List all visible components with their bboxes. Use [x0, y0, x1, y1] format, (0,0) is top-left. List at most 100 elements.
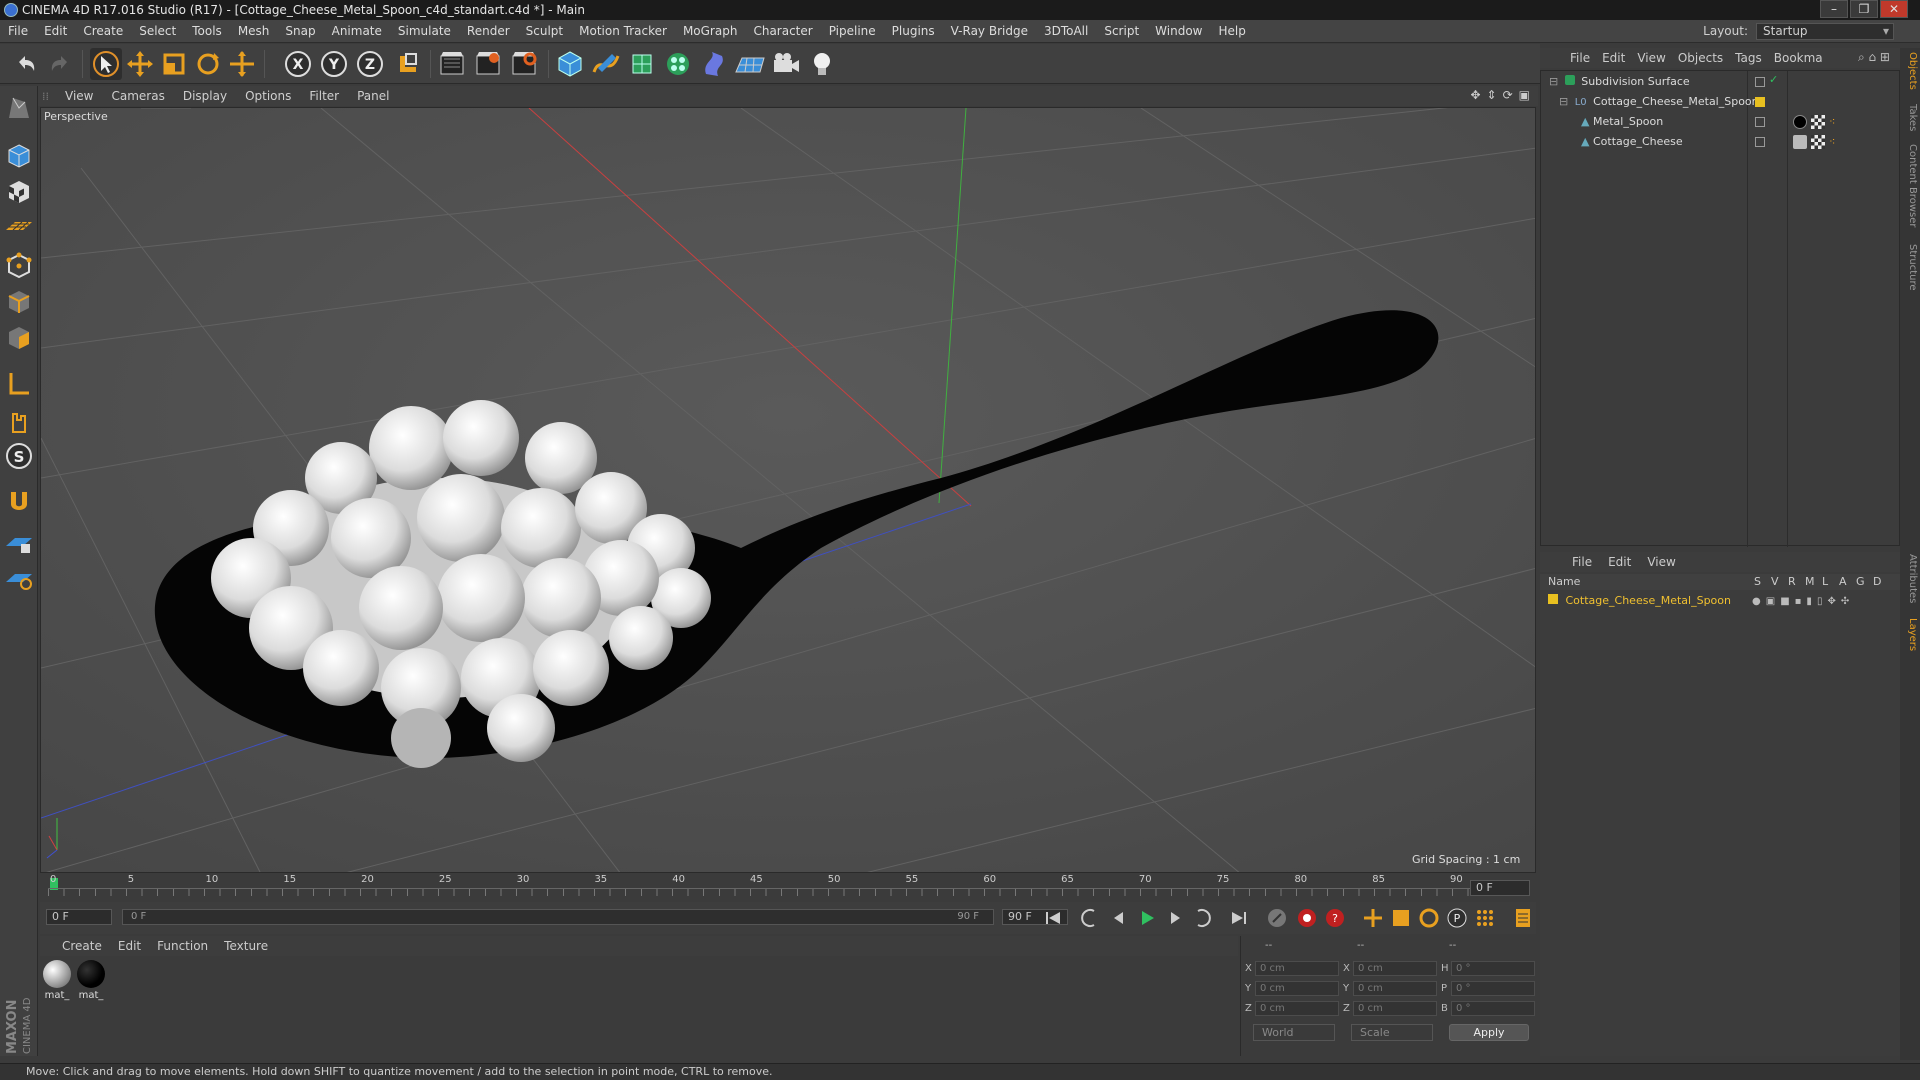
texture-tag-icon[interactable] [1811, 135, 1825, 149]
menu-simulate[interactable]: Simulate [390, 24, 459, 38]
viewport-menu-view[interactable]: View [56, 89, 102, 103]
rotation-h-field[interactable]: 0 ° [1451, 961, 1535, 976]
viewport-menu-cameras[interactable]: Cameras [102, 89, 173, 103]
minimize-button[interactable]: – [1820, 0, 1848, 18]
tweak-mode-icon[interactable] [3, 404, 35, 436]
render-view-icon[interactable] [436, 48, 468, 80]
phong-tag-icon[interactable]: ⁖ [1829, 135, 1835, 148]
side-tab-content-browser[interactable]: Content Browser [1902, 144, 1918, 227]
coordinate-mode-dropdown[interactable]: Scale [1351, 1024, 1433, 1041]
rotation-b-field[interactable]: 0 ° [1451, 1001, 1535, 1016]
menu-mograph[interactable]: MoGraph [675, 24, 746, 38]
menu-script[interactable]: Script [1096, 24, 1147, 38]
layer-menu-edit[interactable]: Edit [1600, 555, 1639, 569]
object-row-null[interactable]: ⊟ L0 Cottage_Cheese_Metal_Spoon [1559, 93, 1759, 111]
menu-plugins[interactable]: Plugins [884, 24, 943, 38]
autokey-icon[interactable] [1294, 905, 1320, 931]
previous-frame-icon[interactable] [1106, 905, 1132, 931]
3d-viewport[interactable] [40, 107, 1536, 873]
timeline-ruler[interactable]: 0 5 10 15 20 25 30 35 40 45 50 55 60 65 70 75 80 85 90 0 F [40, 874, 1536, 902]
move-icon[interactable] [124, 48, 156, 80]
scale-track-icon[interactable] [1388, 905, 1414, 931]
menu-help[interactable]: Help [1210, 24, 1253, 38]
object-menu-tags[interactable]: Tags [1729, 51, 1768, 65]
next-key-icon[interactable] [1190, 905, 1216, 931]
phong-tag-icon[interactable]: ⁖ [1829, 115, 1835, 128]
viewport-rotate-icon[interactable]: ⟳ [1503, 88, 1513, 102]
undo-icon[interactable] [10, 48, 42, 80]
texture-tag-icon[interactable] [1811, 115, 1825, 129]
position-x-field[interactable]: 0 cm [1255, 961, 1339, 976]
layer-color-swatch[interactable] [1755, 97, 1765, 107]
object-row-cottage-cheese[interactable]: ▲ Cottage_Cheese [1581, 133, 1683, 151]
start-frame-field[interactable]: 0 F [46, 909, 112, 925]
world-coordinate-icon[interactable] [392, 48, 424, 80]
viewport-menu-filter[interactable]: Filter [300, 89, 348, 103]
layer-row[interactable]: Cottage_Cheese_Metal_Spoon [1548, 592, 1731, 610]
select-arrow-icon[interactable] [90, 48, 122, 80]
menu-animate[interactable]: Animate [324, 24, 390, 38]
menu-mesh[interactable]: Mesh [230, 24, 278, 38]
layer-flags[interactable]: ● ▣ ■ ▪ ▮ ▯ ✥ ✣ [1752, 596, 1849, 607]
viewport-menu-display[interactable]: Display [174, 89, 236, 103]
menu-snap[interactable]: Snap [277, 24, 323, 38]
layer-toggle[interactable] [1755, 77, 1765, 87]
material-thumbnail[interactable]: mat_ [42, 960, 72, 1001]
lock-workplane-icon[interactable] [3, 526, 35, 558]
workplane-icon[interactable] [3, 210, 35, 242]
menu-vray-bridge[interactable]: V-Ray Bridge [943, 24, 1036, 38]
material-menu-create[interactable]: Create [54, 939, 110, 953]
parameter-track-icon[interactable]: P [1444, 905, 1470, 931]
position-z-field[interactable]: 0 cm [1255, 1001, 1339, 1016]
y-axis-icon[interactable]: Y [318, 48, 350, 80]
floor-icon[interactable] [734, 48, 766, 80]
size-y-field[interactable]: 0 cm [1353, 981, 1437, 996]
rotate-icon[interactable] [192, 48, 224, 80]
object-menu-edit[interactable]: Edit [1596, 51, 1631, 65]
scale-icon[interactable] [158, 48, 190, 80]
coordinate-space-dropdown[interactable]: World [1253, 1024, 1335, 1041]
axis-mode-icon[interactable] [3, 368, 35, 400]
object-menu-file[interactable]: File [1564, 51, 1596, 65]
side-tab-takes[interactable]: Takes [1902, 104, 1918, 131]
material-menu-function[interactable]: Function [149, 939, 216, 953]
object-row-subdivision[interactable]: ⊟ Subdivision Surface [1549, 73, 1690, 91]
light-icon[interactable] [806, 48, 838, 80]
cloner-icon[interactable] [662, 48, 694, 80]
redo-icon[interactable] [44, 48, 76, 80]
viewport-menu-options[interactable]: Options [236, 89, 300, 103]
rotation-track-icon[interactable] [1416, 905, 1442, 931]
layout-dropdown[interactable]: Startup [1756, 22, 1894, 40]
render-picture-viewer-icon[interactable] [472, 48, 504, 80]
subdivision-icon[interactable] [626, 48, 658, 80]
snap-icon[interactable] [3, 486, 35, 518]
layer-toggle[interactable] [1755, 117, 1765, 127]
viewport-menu-panel[interactable]: Panel [348, 89, 398, 103]
go-to-start-icon[interactable] [1040, 905, 1066, 931]
side-tab-layers[interactable]: Layers [1902, 618, 1918, 651]
timeline-layout-icon[interactable] [1510, 905, 1536, 931]
material-menu-texture[interactable]: Texture [216, 939, 276, 953]
cube-icon[interactable] [554, 48, 586, 80]
camera-icon[interactable] [770, 48, 802, 80]
apply-button[interactable]: Apply [1449, 1024, 1529, 1041]
viewport-zoom-icon[interactable]: ⇕ [1487, 88, 1497, 102]
point-level-animation-icon[interactable] [1472, 905, 1498, 931]
side-tab-objects[interactable]: Objects [1902, 52, 1918, 90]
menu-file[interactable]: File [0, 24, 36, 38]
layer-menu-file[interactable]: File [1564, 555, 1600, 569]
enabled-check-icon[interactable]: ✓ [1769, 73, 1778, 86]
object-menu-objects[interactable]: Objects [1672, 51, 1729, 65]
viewport-maximize-icon[interactable]: ▣ [1519, 88, 1530, 102]
material-thumbnail[interactable]: mat_ [76, 960, 106, 1001]
material-tag-icon[interactable] [1793, 115, 1807, 129]
edges-mode-icon[interactable] [3, 286, 35, 318]
menu-render[interactable]: Render [459, 24, 518, 38]
position-track-icon[interactable] [1360, 905, 1386, 931]
keyframe-selection-icon[interactable]: ? [1322, 905, 1348, 931]
deformer-icon[interactable] [698, 48, 730, 80]
frame-range-slider[interactable]: 0 F 90 F [122, 909, 994, 925]
side-tab-structure[interactable]: Structure [1902, 244, 1918, 291]
object-menu-bookmarks[interactable]: Bookma [1768, 51, 1829, 65]
object-row-metal-spoon[interactable]: ▲ Metal_Spoon [1581, 113, 1663, 131]
